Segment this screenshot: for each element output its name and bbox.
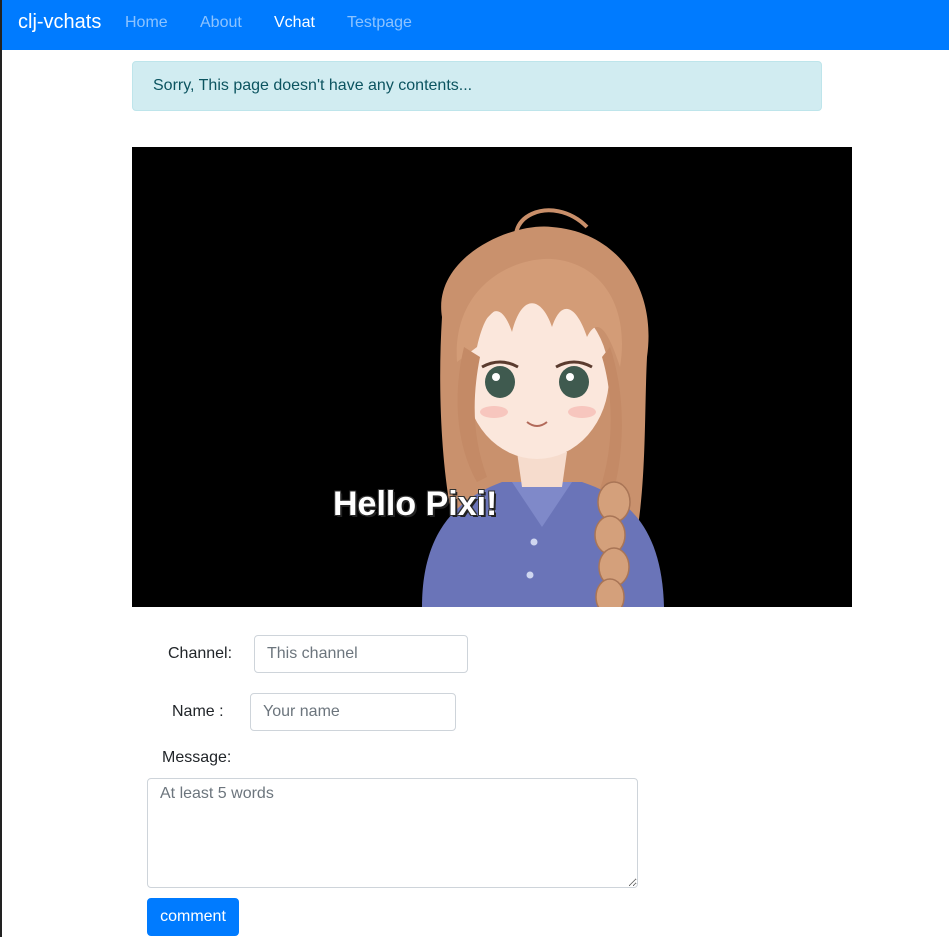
channel-label: Channel:: [168, 645, 233, 662]
navbar: clj-vchats Home About Vchat Testpage: [2, 0, 949, 50]
name-label: Name :: [172, 703, 224, 720]
brand-link[interactable]: clj-vchats: [18, 11, 101, 34]
comment-button[interactable]: comment: [147, 898, 239, 936]
pixi-canvas[interactable]: Hello Pixi!: [132, 147, 852, 607]
page: clj-vchats Home About Vchat Testpage Sor…: [0, 0, 949, 937]
nav-item-vchat[interactable]: Vchat: [274, 14, 315, 32]
stage-text: Hello Pixi!: [333, 485, 498, 523]
character-illustration: [422, 208, 664, 607]
character-sprite: [402, 197, 672, 607]
channel-input[interactable]: [254, 635, 468, 673]
nav-item-home[interactable]: Home: [125, 14, 168, 32]
nav-item-about[interactable]: About: [200, 14, 242, 32]
name-input[interactable]: [250, 693, 456, 731]
message-textarea[interactable]: [147, 778, 638, 888]
nav-item-testpage[interactable]: Testpage: [347, 14, 412, 32]
message-label: Message:: [162, 749, 232, 766]
info-alert: Sorry, This page doesn't have any conten…: [132, 61, 822, 111]
